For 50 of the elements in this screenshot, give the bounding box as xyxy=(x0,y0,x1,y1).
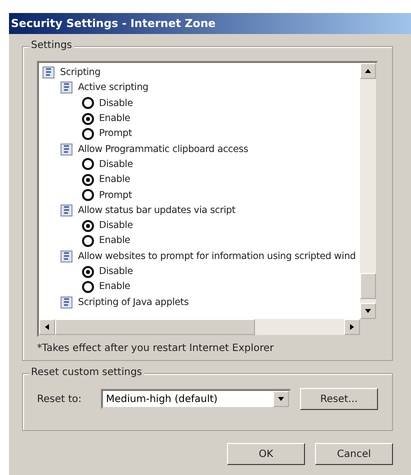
window-title: Security Settings - Internet Zone xyxy=(11,17,216,30)
setting-label[interactable]: Active scripting xyxy=(78,82,148,94)
up-arrow-icon xyxy=(364,67,372,75)
dialog-button[interactable]: Cancel xyxy=(315,443,393,465)
setting-label[interactable]: Scripting of Java applets xyxy=(78,296,189,308)
settings-page-icon xyxy=(60,142,73,156)
radio-button[interactable] xyxy=(82,97,94,110)
setting-label[interactable]: Allow websites to prompt for information using scripted wind xyxy=(78,250,356,262)
scroll-thumb[interactable] xyxy=(55,319,255,335)
option-label[interactable]: Disable xyxy=(99,266,133,277)
option-label[interactable]: Disable xyxy=(99,158,133,170)
option-label[interactable]: Enable xyxy=(99,235,130,246)
radio-button[interactable] xyxy=(82,220,94,232)
group-label: Reset custom settings xyxy=(29,367,144,378)
reset-button[interactable]: Reset... xyxy=(300,388,378,410)
footnote: *Takes effect after you restart Internet Explorer xyxy=(37,343,275,354)
settings-page-icon xyxy=(60,204,73,217)
left-arrow-icon xyxy=(43,323,51,331)
right-arrow-icon xyxy=(348,323,356,331)
radio-button[interactable] xyxy=(82,280,94,293)
option-label[interactable]: Disable xyxy=(99,220,133,232)
caret-icon xyxy=(277,395,285,403)
down-arrow-icon xyxy=(364,307,372,315)
option-label[interactable]: Disable xyxy=(99,98,133,109)
radio-button[interactable] xyxy=(82,128,94,140)
setting-label[interactable]: Allow status bar updates via script xyxy=(78,204,236,216)
radio-button[interactable] xyxy=(82,189,94,202)
settings-page-icon xyxy=(60,250,73,263)
radio-button[interactable] xyxy=(82,174,94,186)
reset-dropdown[interactable]: Medium-high (default) xyxy=(101,389,291,409)
settings-page-icon xyxy=(42,66,55,80)
settings-page-icon xyxy=(60,296,73,309)
category-label[interactable]: Scripting xyxy=(60,67,100,78)
radio-button[interactable] xyxy=(82,234,94,247)
option-label[interactable]: Prompt xyxy=(99,190,132,201)
scroll-thumb[interactable] xyxy=(360,273,376,299)
horizontal-scrollbar[interactable] xyxy=(39,319,360,335)
radio-button[interactable] xyxy=(82,158,94,170)
option-label[interactable]: Enable xyxy=(99,174,130,186)
vertical-scrollbar[interactable] xyxy=(360,63,376,319)
settings-page-icon xyxy=(60,81,73,94)
option-label[interactable]: Enable xyxy=(99,281,130,292)
setting-label[interactable]: Allow Programmatic clipboard access xyxy=(78,144,248,155)
field-label: Reset to: xyxy=(37,394,83,404)
radio-button[interactable] xyxy=(82,266,94,278)
radio-button[interactable] xyxy=(82,112,94,125)
dialog-button[interactable]: OK xyxy=(227,443,305,465)
group-label: Settings xyxy=(29,40,74,51)
option-label[interactable]: Enable xyxy=(99,113,130,124)
option-label[interactable]: Prompt xyxy=(99,128,132,140)
